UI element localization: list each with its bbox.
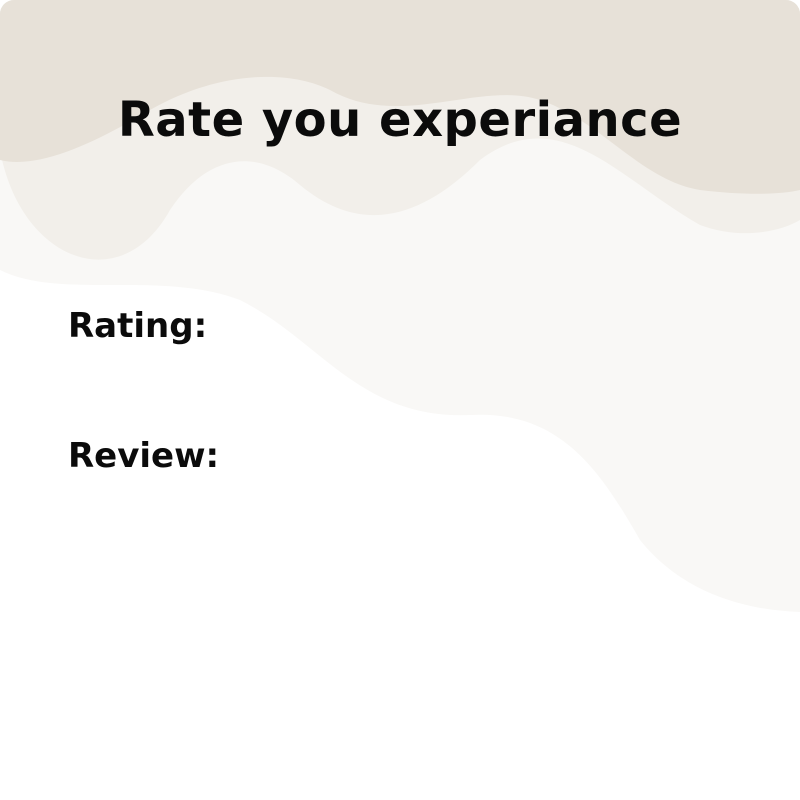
rating-label: Rating:: [68, 306, 208, 346]
rating-card: Rate you experiance Rating: Review:: [0, 0, 800, 800]
page-title: Rate you experiance: [117, 92, 683, 148]
review-label: Review:: [68, 436, 220, 476]
